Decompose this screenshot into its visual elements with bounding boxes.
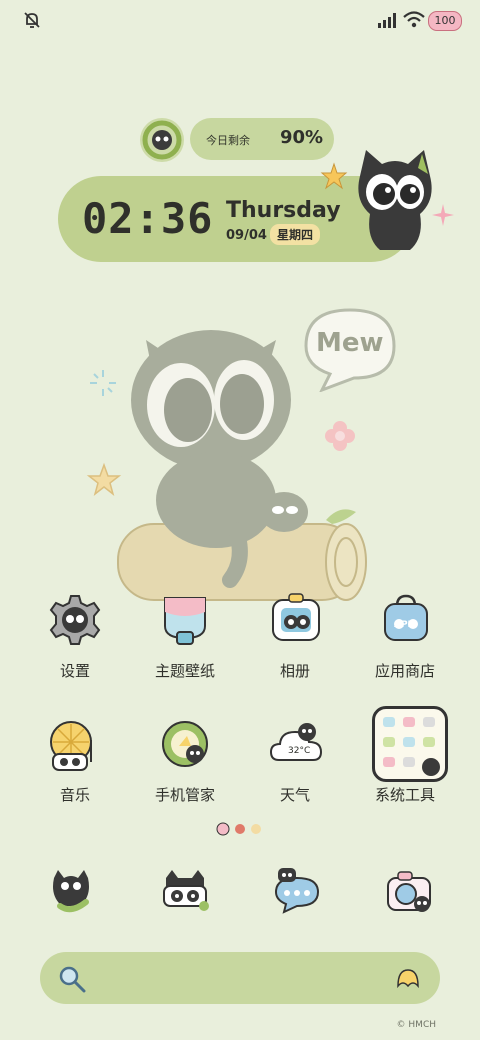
camera-icon xyxy=(384,866,434,916)
gear-icon xyxy=(47,592,103,648)
clock-weekday: Thursday xyxy=(226,198,341,223)
battery-remaining-label: 今日剩余 xyxy=(206,134,250,147)
app-label: 应用商店 xyxy=(374,662,435,680)
system-tools-folder-icon xyxy=(372,706,448,782)
flower-doodle-icon xyxy=(322,418,358,454)
assistant-icon[interactable] xyxy=(396,966,420,990)
app-label: 系统工具 xyxy=(374,786,435,804)
dock-camera[interactable] xyxy=(384,866,434,916)
app-settings[interactable]: 设置 xyxy=(20,588,130,698)
weather-temp: 32°C xyxy=(288,746,311,756)
app-phone-manager[interactable]: 手机管家 xyxy=(130,712,240,822)
weather-icon xyxy=(269,720,325,768)
status-bar: 100 xyxy=(0,0,480,40)
dock-messages[interactable] xyxy=(272,866,322,916)
clock-date: 09/04 xyxy=(226,228,267,243)
battery-ring[interactable] xyxy=(140,118,184,162)
page-indicator[interactable] xyxy=(216,822,266,836)
search-bar[interactable] xyxy=(40,952,440,1004)
cat-sticker-icon xyxy=(350,146,440,256)
dock-phone[interactable] xyxy=(46,866,96,916)
clock-weekday-cn: 星期四 xyxy=(270,224,321,245)
theme-icon xyxy=(159,592,211,648)
star-doodle-icon xyxy=(86,462,122,498)
wifi-icon xyxy=(403,11,425,29)
app-store-badge: APP xyxy=(394,620,415,630)
signal-icon xyxy=(378,12,400,28)
app-label: 手机管家 xyxy=(154,786,215,804)
gallery-icon xyxy=(269,592,323,646)
phone-manager-icon xyxy=(159,718,213,772)
dock-cat-camera[interactable] xyxy=(160,866,210,916)
speech-bubble: Mew xyxy=(302,306,398,392)
copyright: © HMCH xyxy=(396,1020,436,1030)
battery-level: 100 xyxy=(434,14,456,27)
clock-time: 02:36 xyxy=(82,194,214,243)
app-store[interactable]: APP 应用商店 xyxy=(350,588,460,698)
battery-remaining-value: 90% xyxy=(280,127,324,148)
app-gallery[interactable]: 相册 xyxy=(240,588,350,698)
app-store-icon xyxy=(379,592,433,646)
star-icon xyxy=(320,162,348,190)
search-icon xyxy=(58,965,86,993)
app-label: 音乐 xyxy=(59,786,90,804)
mute-icon xyxy=(22,10,42,30)
app-system-tools-folder[interactable]: 系统工具 xyxy=(350,702,460,812)
messages-icon xyxy=(272,866,322,916)
app-label: 天气 xyxy=(279,786,310,804)
app-music[interactable]: 音乐 xyxy=(20,712,130,822)
app-label: 相册 xyxy=(279,662,310,680)
app-label: 主题壁纸 xyxy=(154,662,215,680)
sparkle-icon xyxy=(432,204,454,226)
battery-icon: 100 xyxy=(428,11,462,31)
camera-cat-icon xyxy=(160,866,210,916)
phone-icon xyxy=(46,866,96,916)
sparkle-doodle-icon xyxy=(88,368,118,398)
speech-bubble-text: Mew xyxy=(316,328,384,358)
app-weather[interactable]: 32°C 天气 xyxy=(240,712,350,822)
music-icon xyxy=(47,718,103,774)
app-theme-wallpaper[interactable]: 主题壁纸 xyxy=(130,588,240,698)
app-label: 设置 xyxy=(59,662,90,680)
